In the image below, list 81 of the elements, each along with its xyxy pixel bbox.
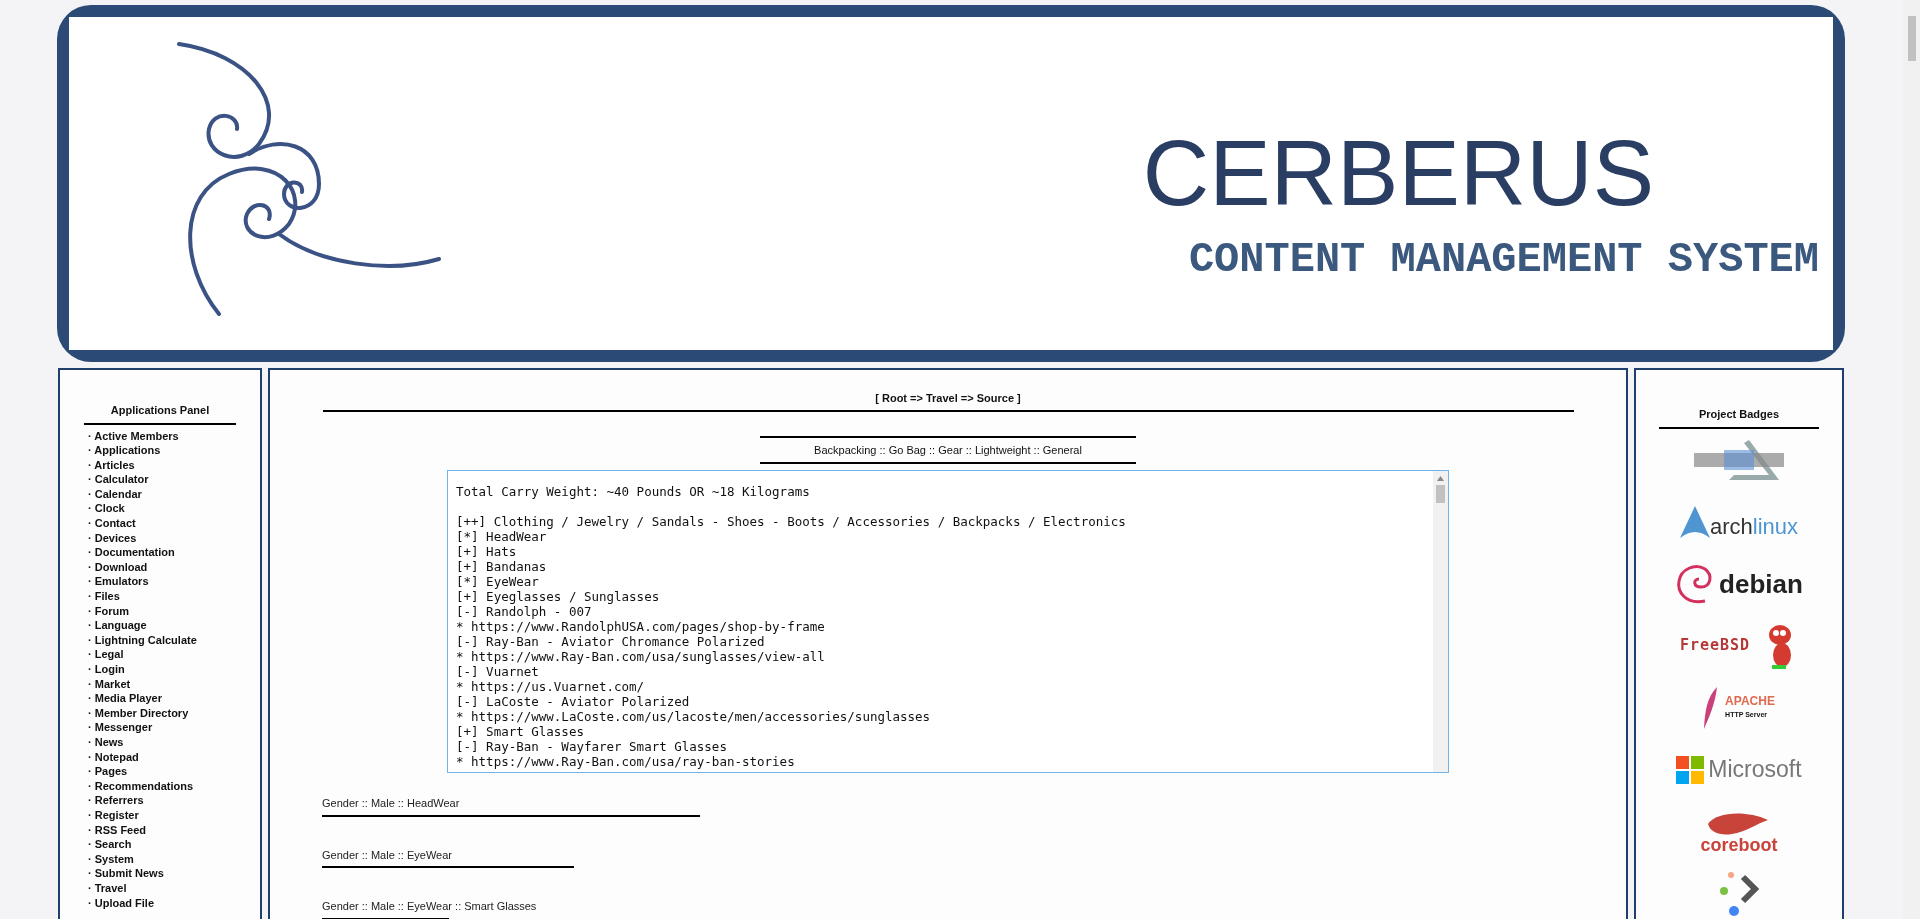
menu-link[interactable]: · Notepad	[84, 749, 236, 765]
menu-link[interactable]: · Register	[84, 807, 236, 823]
menu-link[interactable]: · Contact	[84, 516, 236, 531]
menu-link[interactable]: · Referrers	[84, 793, 236, 808]
menu-link[interactable]: · RSS Feed	[84, 822, 236, 838]
menu-link[interactable]: · Messenger	[84, 720, 236, 735]
scrollbar-thumb[interactable]	[1436, 485, 1445, 503]
menu-link[interactable]: · Files	[84, 589, 236, 604]
section-heading: Gender :: Male :: EyeWear	[322, 847, 454, 863]
text-area[interactable]	[447, 470, 1449, 773]
text-line: [-] Ray-Ban - Wayfarer Smart Glasses	[456, 739, 728, 754]
menu-link[interactable]: · Download	[84, 559, 236, 575]
text-line: [++] Clothing / Jewelry / Sandals - Shoes - Boots / Accessories / Backpacks / Electronics	[456, 514, 1127, 529]
text-line: * https://www.RandolphUSA.com/pages/shop-by-frame	[456, 619, 826, 634]
page-scrollbar[interactable]	[1903, 0, 1920, 919]
text-line: [-] Ray-Ban - Aviator Chromance Polarized	[456, 634, 766, 649]
menu-link[interactable]: · Active Members	[84, 428, 236, 444]
breadcrumb: [ Root => Travel => Source ]	[875, 391, 1021, 406]
text-line: [*] EyeWear	[456, 574, 540, 589]
dots-chevron-icon	[1719, 870, 1759, 917]
menu-link[interactable]: · Media Player	[84, 691, 236, 706]
badge-text: arch	[1709, 515, 1753, 538]
menu-link[interactable]: · Legal	[84, 647, 236, 662]
text-line: [*] HeadWear	[456, 529, 548, 544]
menu-link[interactable]: · Clock	[84, 501, 236, 517]
menu-link[interactable]: · Market	[84, 676, 236, 692]
menu-link[interactable]: · System	[84, 851, 236, 867]
debian-badge[interactable]: debian	[1675, 560, 1803, 607]
menu-link[interactable]: · Articles	[84, 457, 236, 473]
menu-link[interactable]: · Pages	[84, 764, 236, 779]
menu-link[interactable]: · Recommendations	[84, 778, 236, 794]
panel-title: Project Badges	[1698, 407, 1780, 422]
badge-text: coreboot	[1700, 835, 1778, 854]
menu-link[interactable]: · Member Directory	[84, 705, 236, 721]
tag-list: Backpacking :: Go Bag :: Gear :: Lightweight :: General	[814, 441, 1082, 458]
scroll-up-icon[interactable]	[1437, 476, 1444, 481]
arch-badge[interactable]: archlinux	[1679, 505, 1798, 538]
badge-text: Microsoft	[1708, 758, 1802, 781]
banner-title: CERBERUS	[1142, 126, 1654, 219]
badge-text: debian	[1719, 570, 1803, 597]
text-line: * https://www.LaCoste.com/us/lacoste/men/accessories/sunglasses	[456, 709, 932, 724]
text-line: [+] Smart Glasses	[456, 724, 585, 739]
text-line: * https://www.Ray-Ban.com/usa/sunglasses/view-all	[456, 649, 826, 664]
menu-link[interactable]: · Devices	[84, 530, 236, 546]
menu-link[interactable]: · Calendar	[84, 486, 236, 502]
text-line: * https://www.Ray-Ban.com/usa/ray-ban-stories	[456, 754, 796, 769]
menu-link[interactable]: · Lightning Calculate	[84, 632, 236, 648]
text-line: [+] Bandanas	[456, 559, 548, 574]
text-line: [-] LaCoste - Aviator Polarized	[456, 694, 691, 709]
badge-text: linux	[1752, 515, 1798, 538]
badge-text: APACHE	[1725, 694, 1775, 707]
menu-link[interactable]: · Applications	[84, 443, 236, 458]
text-line: Total Carry Weight: ~40 Pounds OR ~18 Kilograms	[456, 484, 811, 499]
logo-icon	[1679, 505, 1710, 538]
coreboot-badge[interactable]: coreboot	[1700, 809, 1778, 854]
menu-link[interactable]: · Emulators	[84, 574, 236, 590]
scrollbar[interactable]	[1433, 471, 1448, 772]
menu-link[interactable]: · Documentation	[84, 545, 236, 560]
menu-link[interactable]: · Submit News	[84, 866, 236, 881]
menu-link[interactable]: · Login	[84, 662, 236, 677]
freebsd-badge[interactable]: FreeBSD	[1679, 620, 1799, 671]
menu-link[interactable]: · Travel	[84, 880, 236, 896]
text-line: * https://us.Vuarnet.com/	[456, 679, 646, 694]
menu-link[interactable]: · Upload File	[84, 895, 236, 911]
section-heading: Gender :: Male :: EyeWear :: Smart Glasses	[322, 899, 538, 914]
badge-text: FreeBSD	[1679, 635, 1751, 657]
text-line: [-] Vuarnet	[456, 664, 540, 679]
text-line: [+] Eyeglasses / Sunglasses	[456, 589, 661, 604]
text-line: [-] Randolph - 007	[456, 604, 593, 619]
text-line: [+] Hats	[456, 544, 518, 559]
panel-title: Applications Panel	[110, 403, 210, 418]
section-heading: Gender :: Male :: HeadWear	[322, 796, 461, 811]
menu-link[interactable]: · Language	[84, 618, 236, 633]
four-squares-icon	[1676, 755, 1705, 784]
menu-link[interactable]: · News	[84, 734, 236, 750]
microsoft-badge[interactable]: Microsoft	[1676, 755, 1802, 784]
banner-subtitle: CONTENT MANAGEMENT SYSTEM	[1188, 238, 1819, 281]
menu-link[interactable]: · Calculator	[84, 472, 236, 487]
feather-icon	[1703, 686, 1720, 729]
menu-link[interactable]: · Forum	[84, 603, 236, 619]
menu-link[interactable]: · Search	[84, 837, 236, 852]
